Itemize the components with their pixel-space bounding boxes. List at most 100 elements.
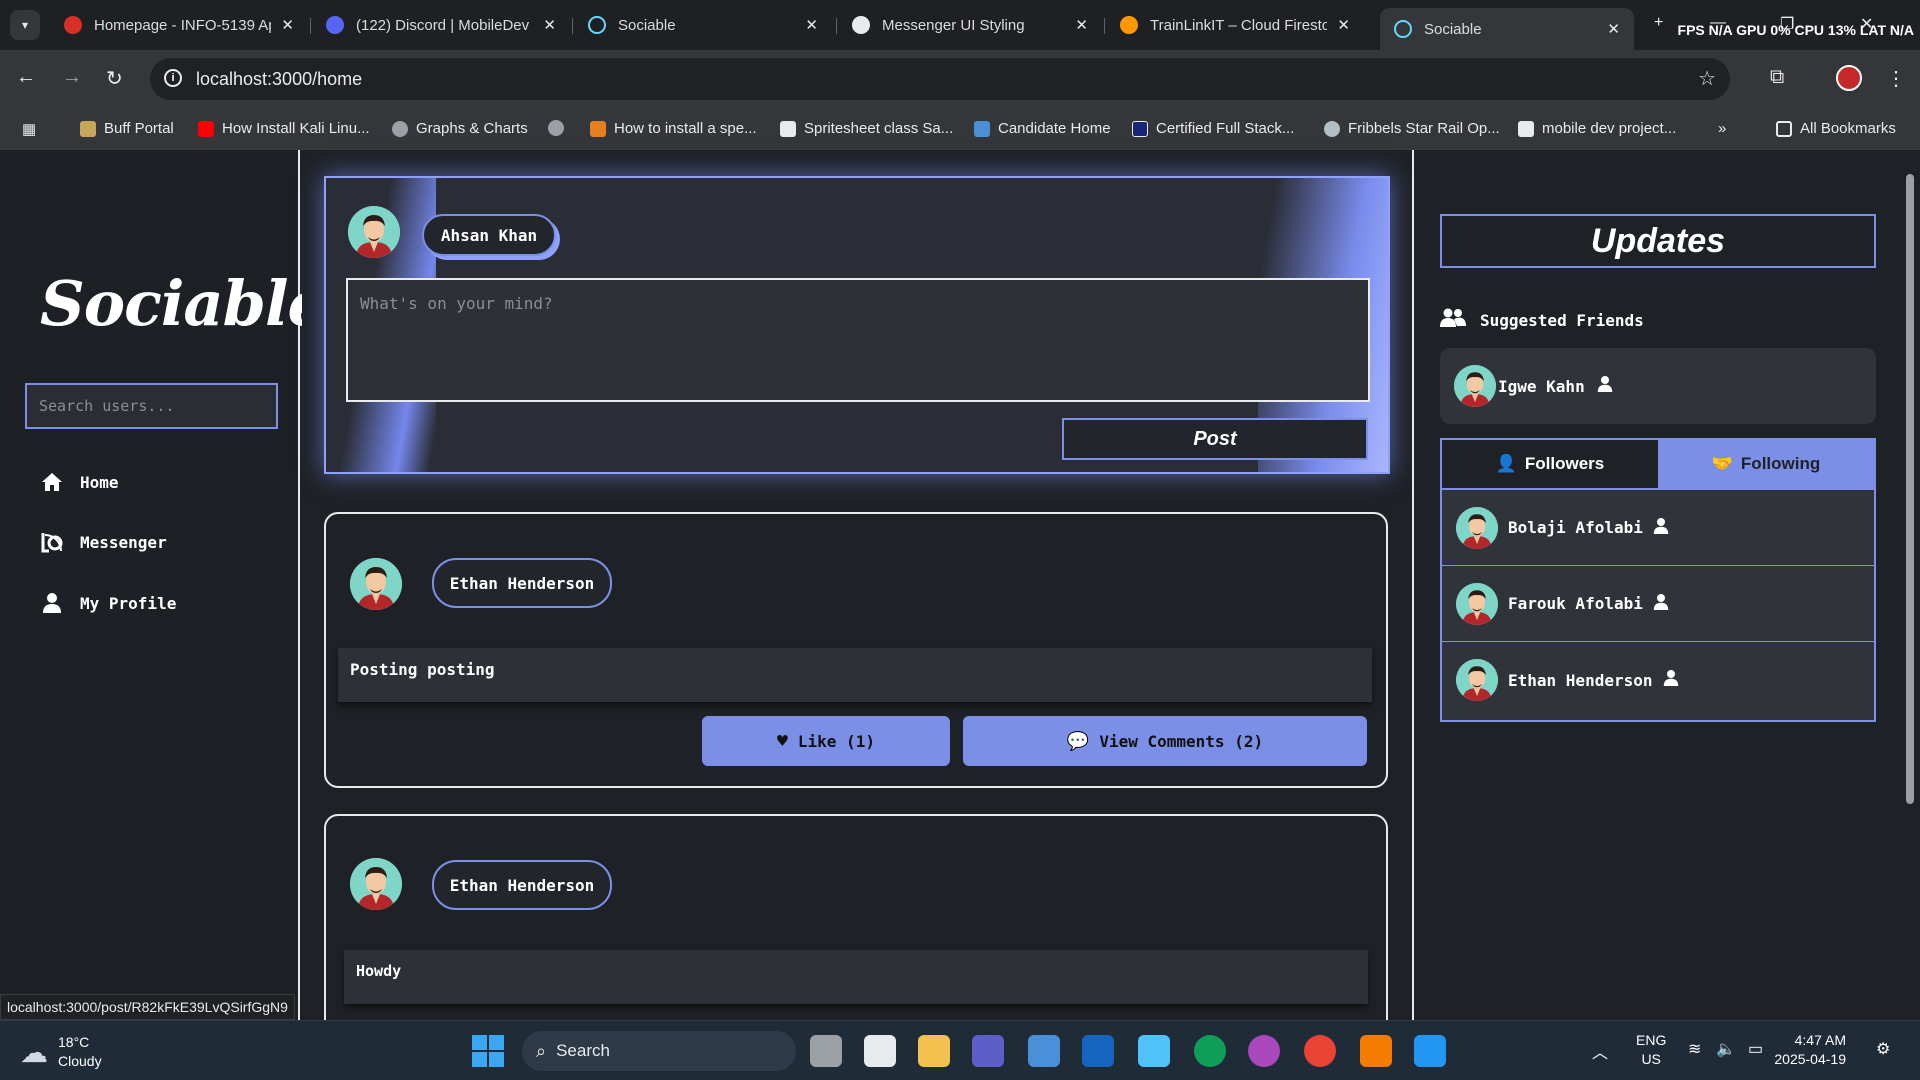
tab-favicon-icon <box>64 16 82 34</box>
list-item[interactable]: Ethan Henderson <box>1442 642 1874 718</box>
friend-name: Ethan Henderson <box>1508 670 1653 690</box>
forward-icon[interactable]: → <box>62 66 82 89</box>
notification-icon[interactable]: ⚙ <box>1876 1039 1890 1059</box>
bookmark-star-icon[interactable]: ☆ <box>1698 66 1716 91</box>
avatar[interactable] <box>350 858 402 910</box>
post-button[interactable]: Post <box>1062 418 1368 460</box>
url-text[interactable]: localhost:3000/home <box>196 69 362 90</box>
react-icon <box>1394 20 1412 38</box>
weather-widget[interactable]: ☁ 18°C Cloudy <box>20 1033 102 1071</box>
chevron-up-icon[interactable]: ︿ <box>1592 1039 1608 1063</box>
reload-icon[interactable]: ↻ <box>106 66 123 91</box>
tab-following[interactable]: 🤝 Following <box>1658 440 1874 488</box>
wifi-icon[interactable]: ≋ <box>1688 1039 1701 1059</box>
weather-desc: Cloudy <box>58 1053 102 1069</box>
task-view-icon[interactable] <box>810 1035 842 1067</box>
address-bar[interactable]: i localhost:3000/home ☆ <box>150 58 1730 100</box>
site-info-icon[interactable]: i <box>164 69 182 87</box>
apps-grid-icon[interactable]: ▦ <box>22 120 36 138</box>
close-icon[interactable]: ✕ <box>805 16 818 34</box>
edge-icon[interactable] <box>1194 1035 1226 1067</box>
taskbar-search[interactable]: ⌕ Search <box>522 1031 796 1071</box>
bookmark-item[interactable]: How Install Kali Linu... <box>198 120 370 137</box>
browser-tab[interactable]: Homepage - INFO-5139 Ap ✕ <box>50 8 308 42</box>
chrome-icon[interactable] <box>1304 1035 1336 1067</box>
post-author[interactable]: Ethan Henderson <box>432 558 612 608</box>
menu-kebab-icon[interactable]: ⋮ <box>1886 66 1906 91</box>
close-icon[interactable]: ✕ <box>281 16 294 34</box>
app-logo[interactable]: Sociable <box>40 267 327 340</box>
bookmark-item[interactable]: Certified Full Stack... <box>1132 120 1294 137</box>
clock[interactable]: 4:47 AM 2025-04-19 <box>1774 1031 1846 1069</box>
bookmark-item[interactable]: How to install a spe... <box>590 120 757 137</box>
language-indicator[interactable]: ENG US <box>1636 1031 1666 1069</box>
post-author[interactable]: Ethan Henderson <box>432 860 612 910</box>
windows-start-icon[interactable] <box>472 1035 504 1067</box>
sidebar: Sociable Home Messenger My Profile <box>0 150 327 1020</box>
browser-tab[interactable]: (122) Discord | MobileDev ✕ <box>312 8 570 42</box>
browser-tab-active[interactable]: Sociable ✕ <box>1380 8 1634 50</box>
avatar[interactable] <box>348 206 400 258</box>
notepad-icon[interactable] <box>1138 1035 1170 1067</box>
post-content: Howdy <box>344 950 1368 1004</box>
like-button[interactable]: ♥ Like (1) <box>702 716 950 766</box>
bookmark-item[interactable]: Buff Portal <box>80 120 174 137</box>
composer-user-name[interactable]: Ahsan Khan <box>422 214 556 256</box>
suggested-friend-card[interactable]: Igwe Kahn <box>1440 348 1876 424</box>
bookmark-item[interactable]: Spritesheet class Sa... <box>780 120 953 137</box>
scrollbar-thumb[interactable] <box>1906 174 1914 804</box>
app-icon[interactable] <box>1082 1035 1114 1067</box>
browser-tab[interactable]: TrainLinkIT – Cloud Firesto ✕ <box>1106 8 1364 42</box>
bookmark-item[interactable]: mobile dev project... <box>1518 120 1676 137</box>
tab-title: TrainLinkIT – Cloud Firesto <box>1150 16 1328 34</box>
extensions-icon[interactable]: ⧉ <box>1770 66 1784 89</box>
list-item[interactable]: Bolaji Afolabi <box>1442 490 1874 566</box>
users-icon <box>1440 308 1466 332</box>
avatar[interactable] <box>350 558 402 610</box>
battery-icon[interactable]: ▭ <box>1748 1039 1763 1059</box>
store-icon[interactable] <box>1028 1035 1060 1067</box>
nav-messenger[interactable]: Messenger <box>40 530 167 554</box>
close-icon[interactable]: ✕ <box>1607 20 1620 38</box>
search-users-input[interactable] <box>25 383 278 429</box>
volume-icon[interactable]: 🔈 <box>1716 1039 1736 1059</box>
file-explorer-icon[interactable] <box>918 1035 950 1067</box>
nav-home[interactable]: Home <box>40 470 119 494</box>
bookmark-label: Graphs & Charts <box>416 120 528 137</box>
list-item[interactable]: Farouk Afolabi <box>1442 566 1874 642</box>
chevron-more-icon[interactable]: » <box>1718 120 1726 137</box>
page-scrollbar[interactable] <box>1900 150 1920 1020</box>
avatar <box>1456 659 1498 701</box>
bookmark-label: Fribbels Star Rail Op... <box>1348 120 1500 137</box>
post-card: Ethan Henderson Posting posting ♥ Like (… <box>324 512 1388 788</box>
close-icon[interactable]: ✕ <box>1075 16 1088 34</box>
tab-label: Followers <box>1524 454 1605 473</box>
view-comments-button[interactable]: 💬 View Comments (2) <box>963 716 1367 766</box>
teams-icon[interactable] <box>972 1035 1004 1067</box>
time-label: 4:47 AM <box>1794 1032 1846 1048</box>
close-icon[interactable]: ✕ <box>1337 16 1350 34</box>
suggested-friends-label: Suggested Friends <box>1480 310 1644 330</box>
vscode-icon[interactable] <box>1414 1035 1446 1067</box>
amazon-icon[interactable] <box>864 1035 896 1067</box>
bookmark-item[interactable]: Graphs & Charts <box>392 120 528 137</box>
nav-my-profile[interactable]: My Profile <box>40 591 176 615</box>
post-textarea[interactable] <box>346 278 1370 402</box>
profile-avatar[interactable] <box>1836 65 1862 91</box>
close-icon[interactable]: ✕ <box>543 16 556 34</box>
tab-followers[interactable]: 👤 Followers <box>1442 440 1658 488</box>
bookmark-label: How Install Kali Linu... <box>222 120 370 137</box>
new-tab-icon[interactable]: + <box>1654 14 1663 32</box>
bookmark-item[interactable]: Fribbels Star Rail Op... <box>1324 120 1500 137</box>
back-icon[interactable]: ← <box>16 66 36 89</box>
feed: Ahsan Khan Post Ethan Henderson Posting … <box>302 150 1412 1054</box>
tab-divider <box>836 18 837 34</box>
copilot-icon[interactable] <box>1248 1035 1280 1067</box>
all-bookmarks[interactable]: All Bookmarks <box>1776 120 1896 137</box>
tab-search-dropdown-icon[interactable]: ▾ <box>10 10 40 40</box>
browser-tab[interactable]: Messenger UI Styling ✕ <box>838 8 1102 42</box>
bookmark-item[interactable] <box>548 120 572 136</box>
browser-tab[interactable]: Sociable ✕ <box>574 8 832 42</box>
bookmark-item[interactable]: Candidate Home <box>974 120 1111 137</box>
postman-icon[interactable] <box>1360 1035 1392 1067</box>
